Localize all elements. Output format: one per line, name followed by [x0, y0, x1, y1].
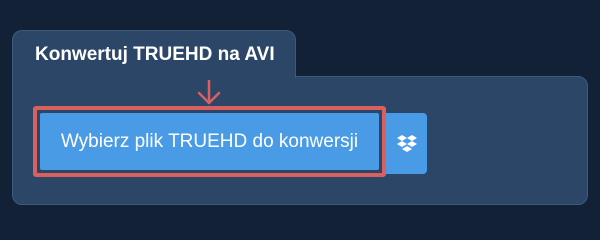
- tab-panel-joint: [13, 74, 295, 80]
- dropbox-icon: [396, 134, 417, 152]
- select-file-label: Wybierz plik TRUEHD do konwersji: [60, 130, 359, 152]
- select-file-button[interactable]: Wybierz plik TRUEHD do konwersji: [40, 113, 379, 170]
- page-title: Konwertuj TRUEHD na AVI: [35, 44, 275, 65]
- arrow-down-icon: [197, 80, 221, 105]
- dropbox-button[interactable]: [386, 113, 427, 174]
